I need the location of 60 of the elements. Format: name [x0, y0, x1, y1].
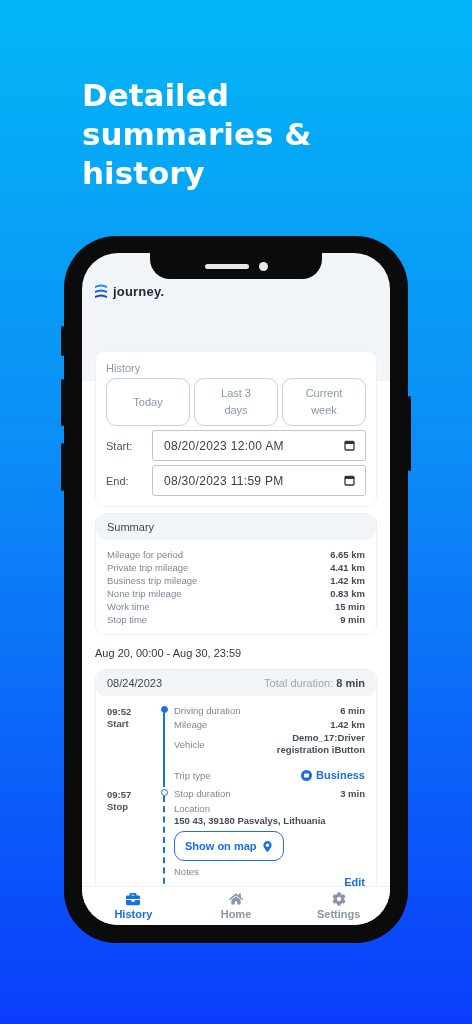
- date-label: End:: [106, 474, 130, 487]
- calendar-icon[interactable]: [344, 475, 355, 486]
- summary-value: 4.41 km: [330, 561, 365, 574]
- summary-value: 0.83 km: [330, 587, 365, 600]
- day-date: 08/24/2023: [107, 677, 163, 689]
- nav-tab[interactable]: Home: [184, 887, 288, 925]
- preset-button[interactable]: Last 3 days: [194, 378, 278, 426]
- field-label: Vehicle: [174, 738, 205, 750]
- field-value: 150 43, 39180 Pasvalys, Lithuania: [174, 815, 327, 826]
- map-pin-icon: [261, 840, 273, 852]
- field-label: Notes: [174, 866, 200, 877]
- summary-label: Business trip mileage: [107, 574, 198, 587]
- field-value: Demo_17:Driver registration iButton: [275, 732, 365, 756]
- show-on-map-button[interactable]: Show on map: [174, 831, 284, 861]
- date-label: Start:: [106, 439, 134, 452]
- field-label: Location: [174, 803, 211, 814]
- period-text: Aug 20, 00:00 - Aug 30, 23:59: [95, 647, 243, 659]
- event-time: 09:57: [107, 789, 133, 801]
- preset-button[interactable]: Current week: [282, 378, 366, 426]
- summary-label: Mileage for period: [107, 548, 184, 561]
- headline: Detailed summaries & history: [82, 76, 313, 193]
- summary-value: 6.65 km: [330, 548, 365, 561]
- card-title: Summary: [107, 521, 155, 533]
- date-field[interactable]: 08/20/2023 12:00 AM: [152, 430, 366, 461]
- app-logo: journey.: [113, 283, 165, 299]
- summary-value: 15 min: [334, 600, 365, 613]
- camera: [258, 261, 268, 271]
- speaker: [204, 263, 249, 269]
- event-time: 09:52: [107, 706, 133, 718]
- field-label: Trip type: [174, 770, 211, 781]
- field-value: 6 min: [340, 704, 365, 717]
- event-label: Start: [107, 718, 130, 730]
- summary-label: None trip mileage: [107, 587, 182, 600]
- logo-icon: [94, 283, 108, 299]
- total-duration: Total duration: 8 min: [264, 677, 365, 689]
- field-value: 3 min: [340, 787, 365, 800]
- summary-label: Work time: [107, 600, 150, 613]
- summary-value: 9 min: [340, 613, 365, 626]
- timeline-dot: [160, 706, 168, 713]
- event-label: Stop: [107, 801, 130, 813]
- field-label: Driving duration: [174, 705, 241, 716]
- nav-tab[interactable]: Settings: [287, 887, 390, 925]
- summary-value: 1.42 km: [330, 574, 365, 587]
- edit-link[interactable]: Edit: [344, 876, 365, 886]
- briefcase-icon: [126, 892, 141, 906]
- summary-label: Private trip mileage: [107, 561, 189, 574]
- timeline-dot: [160, 789, 168, 796]
- summary-label: Stop time: [107, 613, 148, 626]
- date-field[interactable]: 08/30/2023 11:59 PM: [152, 465, 366, 496]
- home-icon: [229, 892, 243, 906]
- nav-tab[interactable]: History: [82, 887, 185, 925]
- card-title: History: [106, 362, 142, 374]
- briefcase-icon: [301, 769, 313, 781]
- preset-button[interactable]: Today: [106, 378, 190, 426]
- settings-icon: [331, 892, 346, 906]
- field-label: Mileage: [174, 719, 208, 730]
- calendar-icon[interactable]: [344, 440, 355, 451]
- trip-type-value[interactable]: Business: [301, 769, 365, 781]
- field-label: Stop duration: [174, 788, 231, 799]
- field-value: 1.42 km: [330, 718, 365, 731]
